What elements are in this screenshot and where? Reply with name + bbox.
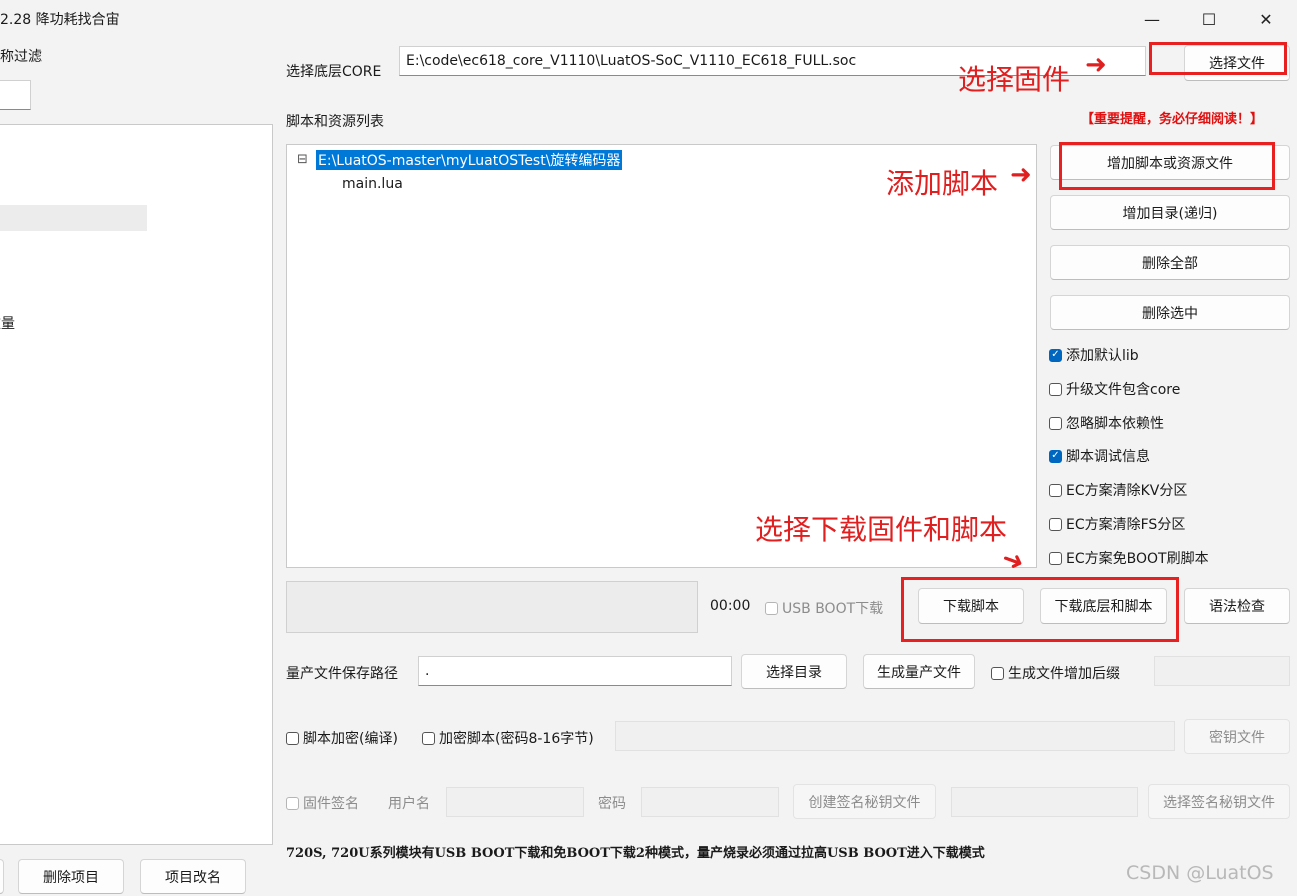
checkbox-checked-icon[interactable]: ✓	[1049, 449, 1062, 463]
project-list[interactable]: 数量	[0, 124, 273, 845]
important-notice[interactable]: 【重要提醒，务必仔细阅读！】	[1081, 108, 1263, 127]
create-sign-key-button[interactable]: 创建签名秘钥文件	[793, 784, 936, 819]
delete-all-button[interactable]: 删除全部	[1050, 245, 1290, 280]
choose-directory-button[interactable]: 选择目录	[741, 654, 847, 689]
window-title: 2.28 降功耗找合宙	[0, 12, 120, 28]
checkbox-icon[interactable]	[1049, 517, 1062, 531]
maximize-icon[interactable]: ☐	[1186, 0, 1232, 38]
tree-item-file[interactable]: main.lua	[342, 176, 403, 192]
mass-path-label: 量产文件保存路径	[286, 666, 398, 682]
progress-bar	[286, 581, 698, 633]
core-label: 选择底层CORE	[286, 64, 382, 80]
checkbox-icon[interactable]	[1049, 382, 1062, 396]
rename-project-button[interactable]: 项目改名	[140, 859, 246, 894]
option-debug-info[interactable]: ✓ 脚本调试信息	[1049, 446, 1150, 466]
filter-input[interactable]	[0, 80, 31, 110]
username-label: 用户名	[388, 796, 430, 812]
title-bar	[0, 0, 1297, 38]
generate-mass-file-button[interactable]: 生成量产文件	[863, 654, 975, 689]
syntax-check-button[interactable]: 语法检查	[1184, 588, 1290, 624]
footer-note: 720S, 720U系列模块有USB BOOT下载和免BOOT下载2种模式，量产…	[286, 846, 985, 861]
add-directory-button[interactable]: 增加目录(递归)	[1050, 195, 1290, 230]
count-label: 数量	[0, 316, 15, 332]
encrypt-script-checkbox[interactable]: 加密脚本(密码8-16字节)	[422, 728, 594, 748]
choose-sign-key-button[interactable]: 选择签名秘钥文件	[1148, 784, 1290, 819]
sign-key-path-input[interactable]	[951, 787, 1138, 817]
annotation-box-add-script	[1059, 142, 1275, 190]
firmware-sign-checkbox[interactable]: 固件签名	[286, 793, 359, 813]
delete-selected-button[interactable]: 删除选中	[1050, 295, 1290, 330]
username-input[interactable]	[446, 787, 584, 817]
checkbox-icon[interactable]	[286, 731, 299, 745]
checkbox-icon[interactable]	[1049, 416, 1062, 430]
script-tree[interactable]: ⊟ E:\LuatOS-master\myLuatOSTest\旋转编码器 ma…	[286, 144, 1037, 568]
option-clear-kv[interactable]: EC方案清除KV分区	[1049, 480, 1187, 500]
checkbox-icon[interactable]	[765, 601, 778, 615]
key-file-button[interactable]: 密钥文件	[1184, 719, 1290, 754]
arrow-icon: ➜	[1085, 50, 1107, 80]
annotation-choose-download: 选择下载固件和脚本	[755, 513, 1008, 546]
script-list-label: 脚本和资源列表	[286, 114, 384, 130]
minimize-icon[interactable]: —	[1129, 0, 1175, 38]
annotation-box-download	[901, 577, 1179, 642]
checkbox-icon[interactable]	[1049, 483, 1062, 497]
option-ignore-dependency[interactable]: 忽略脚本依赖性	[1049, 413, 1164, 433]
annotation-box-choose-file	[1149, 42, 1287, 75]
option-upgrade-include-core[interactable]: 升级文件包含core	[1049, 379, 1180, 399]
left-edge-button[interactable]	[0, 859, 4, 894]
checkbox-icon[interactable]	[286, 796, 299, 810]
collapse-icon[interactable]: ⊟	[297, 152, 308, 167]
annotation-choose-firmware: 选择固件	[958, 63, 1071, 96]
filter-label: 名称过滤	[0, 49, 42, 65]
watermark: CSDN @LuatOS	[1126, 862, 1274, 884]
close-icon[interactable]: ✕	[1243, 0, 1289, 38]
elapsed-time: 00:00	[710, 598, 751, 614]
annotation-add-script: 添加脚本	[886, 167, 999, 200]
option-add-default-lib[interactable]: ✓ 添加默认lib	[1049, 345, 1139, 365]
password-input[interactable]	[641, 787, 779, 817]
option-no-boot-flash[interactable]: EC方案免BOOT刷脚本	[1049, 548, 1209, 568]
suffix-checkbox[interactable]: 生成文件增加后缀	[991, 663, 1120, 683]
project-list-item-selected[interactable]	[0, 205, 147, 231]
checkbox-icon[interactable]	[991, 666, 1004, 680]
password-label: 密码	[598, 796, 626, 812]
compile-encrypt-checkbox[interactable]: 脚本加密(编译)	[286, 728, 398, 748]
arrow-icon: ➜	[1010, 160, 1032, 190]
mass-path-input[interactable]: .	[418, 656, 732, 686]
checkbox-icon[interactable]	[422, 731, 435, 745]
encrypt-password-input[interactable]	[615, 721, 1175, 751]
usb-boot-checkbox[interactable]: USB BOOT下载	[765, 598, 883, 618]
option-clear-fs[interactable]: EC方案清除FS分区	[1049, 514, 1185, 534]
checkbox-icon[interactable]	[1049, 551, 1062, 565]
checkbox-checked-icon[interactable]: ✓	[1049, 348, 1062, 362]
suffix-input[interactable]	[1154, 656, 1290, 686]
tree-root-folder[interactable]: E:\LuatOS-master\myLuatOSTest\旋转编码器	[316, 150, 623, 170]
delete-project-button[interactable]: 删除项目	[18, 859, 124, 894]
